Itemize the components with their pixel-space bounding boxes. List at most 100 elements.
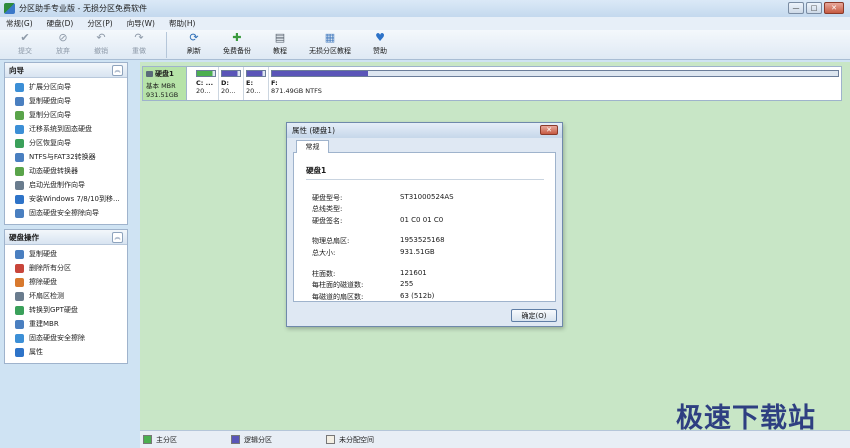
- watermark: 极速下载站: [676, 403, 816, 434]
- redo-button[interactable]: ↷ 重做: [120, 30, 158, 56]
- video-tutorial-icon: ▦: [324, 31, 336, 44]
- disk-ops-panel: 硬盘操作 ︽ 复制硬盘 删除所有分区擦除硬盘坏扇区检测转换到GPT硬盘重建MBR 固…: [4, 229, 128, 364]
- menu-wizard[interactable]: 向导(W): [127, 18, 155, 29]
- undo-button[interactable]: ↶ 撤销: [82, 30, 120, 56]
- legend-logical: 逻辑分区: [231, 435, 272, 445]
- wizard-item[interactable]: 启动光盘制作向导: [5, 178, 127, 192]
- free-backup-button[interactable]: ✚ 免费备份: [213, 30, 261, 56]
- partition-size: 20...: [196, 87, 211, 95]
- toolbar: ✔ 提交 ⊘ 放弃 ↶ 撤销 ↷ 重做 ⟳ 刷新 ✚ 免费备份 ▤ 教程 ▦ 无…: [0, 30, 850, 60]
- prop-value: ST31000524AS: [400, 193, 454, 201]
- partition-label: F:: [271, 79, 278, 87]
- wizard-item[interactable]: NTFS与FAT32转换器: [5, 150, 127, 164]
- disk-op-item-label: 擦除硬盘: [29, 278, 57, 286]
- collapse-icon[interactable]: ︽: [112, 64, 123, 76]
- title-bar: 分区助手专业版 - 无损分区免费软件 — □ ✕: [0, 0, 850, 17]
- disk-op-item-icon: [15, 347, 24, 357]
- disk-op-item[interactable]: 重建MBR: [5, 317, 127, 331]
- prop-label: 硬盘签名:: [312, 217, 343, 225]
- partition-block[interactable]: F: 871.49GB NTFS: [269, 67, 841, 100]
- disk-op-item[interactable]: 坏扇区检测: [5, 289, 127, 303]
- wizard-item-icon: [15, 96, 24, 106]
- disk-op-item-label: 转换到GPT硬盘: [29, 306, 78, 314]
- tab-general[interactable]: 常规: [296, 140, 329, 153]
- legend-unallocated: 未分配空间: [326, 435, 374, 445]
- partition-usage-bar: [221, 70, 241, 77]
- lossless-tutorial-button[interactable]: ▦ 无损分区教程: [299, 30, 361, 56]
- backup-icon: ✚: [232, 31, 242, 44]
- sponsor-button[interactable]: ♥ 赞助: [361, 30, 399, 56]
- minimize-button[interactable]: —: [788, 2, 804, 14]
- wizard-item[interactable]: 分区恢复向导: [5, 136, 127, 150]
- disk-op-item-label: 属性: [29, 348, 43, 356]
- refresh-button[interactable]: ⟳ 刷新: [175, 30, 213, 56]
- wizard-item-label: 复制硬盘向导: [29, 97, 71, 105]
- wizard-item-icon: [15, 138, 24, 148]
- dialog-title-bar[interactable]: 属性 (硬盘1): [287, 123, 562, 138]
- wizard-item[interactable]: 安装Windows 7/8/10到移...: [5, 192, 127, 206]
- disk-ops-panel-header[interactable]: 硬盘操作 ︽: [5, 230, 127, 245]
- wizard-item[interactable]: 复制硬盘向导: [5, 94, 127, 108]
- disk-op-item-label: 坏扇区检测: [29, 292, 64, 300]
- disk-row[interactable]: 硬盘1 基本 MBR 931.51GB C: ... 20... D: 20..…: [142, 66, 842, 101]
- wizard-item[interactable]: 复制分区向导: [5, 108, 127, 122]
- legend-swatch: [326, 435, 335, 444]
- wizard-item-label: 启动光盘制作向导: [29, 181, 85, 189]
- disk-op-item[interactable]: 复制硬盘: [5, 247, 127, 261]
- check-icon: ✔: [20, 31, 30, 44]
- menu-disk[interactable]: 硬盘(D): [47, 18, 74, 29]
- close-button[interactable]: ✕: [824, 2, 844, 14]
- dialog-title: 属性 (硬盘1): [292, 126, 336, 135]
- partition-size: 871.49GB NTFS: [271, 87, 322, 95]
- wizard-item[interactable]: 动态硬盘转换器: [5, 164, 127, 178]
- prop-label: 物理总扇区:: [312, 237, 350, 245]
- refresh-icon: ⟳: [189, 31, 199, 44]
- disk-ops-panel-title: 硬盘操作: [9, 232, 39, 242]
- partition-block[interactable]: D: 20...: [219, 67, 244, 100]
- disk-op-item-icon: [15, 263, 24, 273]
- wizard-item[interactable]: 扩展分区向导: [5, 80, 127, 94]
- window-controls: — □ ✕: [788, 2, 844, 14]
- disk-name: 硬盘1: [155, 70, 174, 78]
- disk-op-item[interactable]: 擦除硬盘: [5, 275, 127, 289]
- disk-op-item-label: 固态硬盘安全擦除: [29, 334, 85, 342]
- wizard-list: 扩展分区向导复制硬盘向导复制分区向导迁移系统到固态硬盘分区恢复向导 NTFS与FA…: [5, 78, 127, 224]
- divider: [306, 179, 544, 180]
- disk-op-item-icon: [15, 333, 24, 343]
- wizard-panel-header[interactable]: 向导 ︽: [5, 63, 127, 78]
- partition-label: C: ...: [196, 79, 214, 87]
- disk-op-item[interactable]: 删除所有分区: [5, 261, 127, 275]
- sidebar: 向导 ︽ 扩展分区向导复制硬盘向导复制分区向导迁移系统到固态硬盘分区恢复向导 NT…: [4, 62, 128, 440]
- prop-label: 总大小:: [312, 249, 336, 257]
- disk-size: 931.51GB: [146, 91, 179, 99]
- partition-usage-bar: [196, 70, 216, 77]
- wizard-item-label: NTFS与FAT32转换器: [29, 153, 96, 161]
- ok-button[interactable]: 确定(O): [511, 309, 557, 322]
- wizard-item-label: 迁移系统到固态硬盘: [29, 125, 92, 133]
- disk-op-item[interactable]: 固态硬盘安全擦除: [5, 331, 127, 345]
- commit-button[interactable]: ✔ 提交: [6, 30, 44, 56]
- menu-general[interactable]: 常规(G): [6, 18, 33, 29]
- wizard-item[interactable]: 固态硬盘安全擦除向导: [5, 206, 127, 220]
- dialog-heading: 硬盘1: [306, 166, 327, 175]
- dialog-close-button[interactable]: ✕: [540, 125, 558, 135]
- menu-partition[interactable]: 分区(P): [87, 18, 112, 29]
- menu-help[interactable]: 帮助(H): [169, 18, 196, 29]
- maximize-button[interactable]: □: [806, 2, 822, 14]
- partition-block[interactable]: E: 20...: [244, 67, 269, 100]
- tutorial-button[interactable]: ▤ 教程: [261, 30, 299, 56]
- disk-info[interactable]: 硬盘1 基本 MBR 931.51GB: [143, 67, 187, 100]
- wizard-item[interactable]: 迁移系统到固态硬盘: [5, 122, 127, 136]
- discard-button[interactable]: ⊘ 放弃: [44, 30, 82, 56]
- prop-value: 121601: [400, 269, 427, 277]
- prop-label: 每柱面的磁道数:: [312, 281, 364, 289]
- disk-op-item[interactable]: 属性: [5, 345, 127, 359]
- partition-label: E:: [246, 79, 254, 87]
- toolbar-separator: [166, 32, 167, 58]
- disk-op-item[interactable]: 转换到GPT硬盘: [5, 303, 127, 317]
- partition-usage-bar: [246, 70, 266, 77]
- collapse-icon[interactable]: ︽: [112, 231, 123, 243]
- disk-op-item-icon: [15, 277, 24, 287]
- partition-block[interactable]: C: ... 20...: [194, 67, 219, 100]
- legend-swatch: [143, 435, 152, 444]
